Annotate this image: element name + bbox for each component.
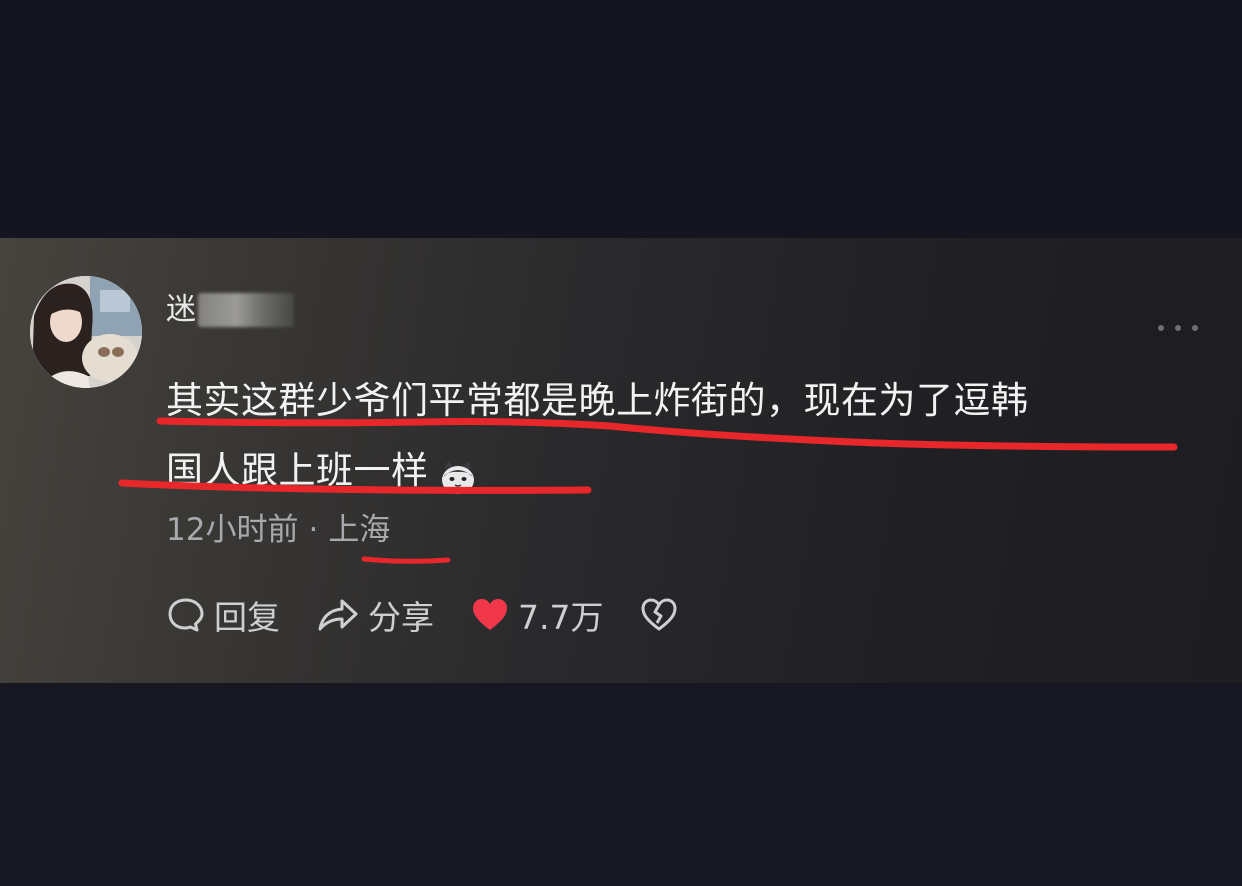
comment-card: 迷 其实这群少爷们平常都是晚上炸街的，现在为了逗韩 国人跟上班一样 12小时前 … <box>0 238 1242 683</box>
heart-filled-icon <box>470 595 510 635</box>
share-button[interactable]: 分享 <box>316 591 434 639</box>
comment-meta: 12小时前 · 上海 <box>166 510 390 550</box>
avatar[interactable] <box>30 276 142 388</box>
comment-time: 12小时前 <box>166 512 299 548</box>
share-arrow-icon <box>316 595 360 635</box>
more-dots-icon <box>1158 325 1164 331</box>
like-button[interactable]: 7.7万 <box>470 591 603 639</box>
bottom-background <box>0 683 1242 886</box>
comment-text-line-2-row: 国人跟上班一样 <box>166 436 1206 506</box>
cat-face-icon <box>439 450 477 494</box>
meta-separator: · <box>308 512 319 548</box>
comment-actions: 回复 分享 7.7万 <box>166 593 679 637</box>
comment-text-line-1: 其实这群少爷们平常都是晚上炸街的，现在为了逗韩 <box>166 379 1029 422</box>
more-dot <box>1192 325 1198 331</box>
share-label: 分享 <box>368 598 434 637</box>
comment-text: 其实这群少爷们平常都是晚上炸街的，现在为了逗韩 国人跟上班一样 <box>166 366 1206 506</box>
like-count: 7.7万 <box>518 598 604 637</box>
username[interactable]: 迷 <box>166 290 196 330</box>
speech-bubble-icon <box>166 595 206 635</box>
top-background <box>0 0 1242 238</box>
dislike-button[interactable] <box>639 595 679 635</box>
comment-location: 上海 <box>328 512 391 548</box>
username-blurred <box>198 293 294 327</box>
comment-text-line-2: 国人跟上班一样 <box>166 449 429 492</box>
more-dot <box>1175 325 1181 331</box>
broken-heart-icon <box>639 595 679 635</box>
reply-label: 回复 <box>214 598 280 637</box>
reply-button[interactable]: 回复 <box>166 591 280 639</box>
more-button[interactable] <box>1156 320 1200 336</box>
username-row[interactable]: 迷 <box>166 290 294 330</box>
